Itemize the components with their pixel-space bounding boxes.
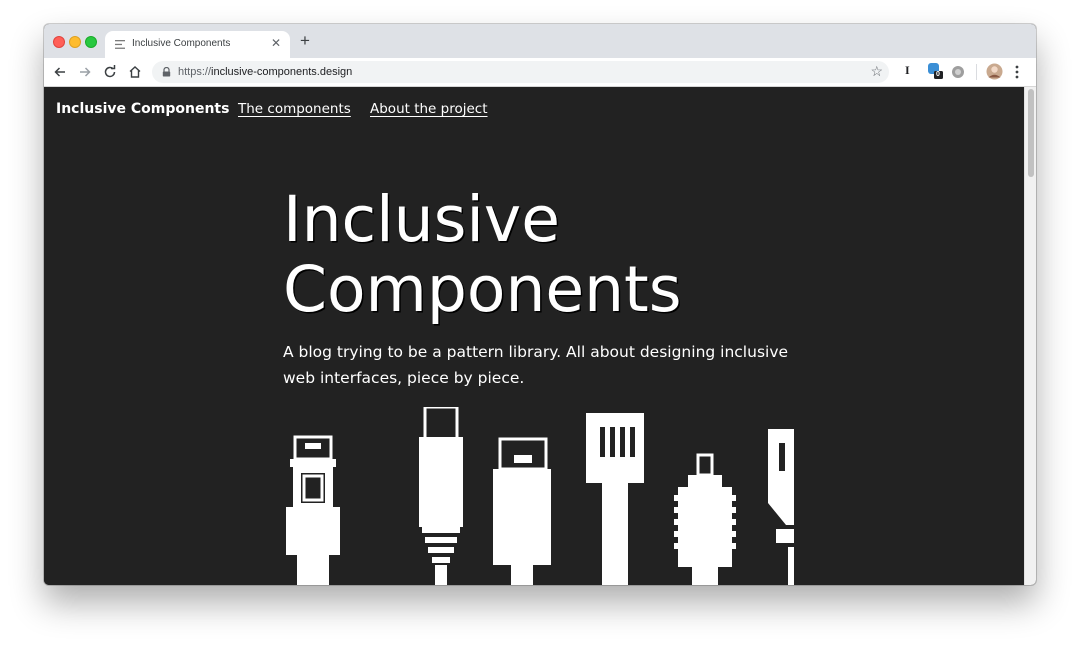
reload-icon[interactable] xyxy=(102,64,118,80)
site-brand-link[interactable]: Inclusive Components xyxy=(56,101,229,117)
tab-title: Inclusive Components xyxy=(132,38,231,49)
url-host: inclusive-components.design xyxy=(211,66,353,78)
close-icon[interactable]: ✕ xyxy=(271,37,281,49)
nav-link-about[interactable]: About the project xyxy=(370,101,488,117)
home-icon[interactable] xyxy=(127,64,143,80)
rca-connector-icon xyxy=(674,453,736,585)
maximize-window-button[interactable] xyxy=(85,36,97,48)
hero-title-line-2: Components xyxy=(283,253,682,326)
hero-subtitle: A blog trying to be a pattern library. A… xyxy=(283,343,789,387)
minimize-window-button[interactable] xyxy=(69,36,81,48)
ethernet-plug-connector-icon xyxy=(493,437,551,585)
browser-toolbar: https://inclusive-components.design ☆ I … xyxy=(44,58,1036,87)
tab-strip: Inclusive Components ✕ + xyxy=(44,24,1036,58)
menu-icon[interactable] xyxy=(1014,64,1020,80)
forward-icon[interactable] xyxy=(77,64,93,80)
lock-icon[interactable] xyxy=(162,67,171,77)
instapaper-extension-icon[interactable]: I xyxy=(905,63,910,78)
address-bar[interactable]: https://inclusive-components.design ☆ xyxy=(152,61,889,83)
ethernet-rj45-connector-icon xyxy=(768,429,794,585)
privacy-extension-icon[interactable] xyxy=(951,65,965,79)
bookmark-star-icon[interactable]: ☆ xyxy=(870,63,883,79)
url-text[interactable]: https://inclusive-components.design xyxy=(178,66,352,78)
nav-link-components[interactable]: The components xyxy=(238,101,351,117)
new-tab-button[interactable]: + xyxy=(300,32,310,49)
jack-plug-connector-icon xyxy=(419,407,463,585)
url-scheme: https:// xyxy=(178,66,212,78)
vertical-scrollbar[interactable] xyxy=(1024,87,1036,585)
phone-rj11-connector-icon xyxy=(586,413,644,585)
profile-avatar[interactable] xyxy=(986,63,1003,80)
toolbar-divider xyxy=(976,64,977,80)
close-window-button[interactable] xyxy=(53,36,65,48)
extension-badge-count: 0 xyxy=(936,71,940,78)
cable-connectors-illustration xyxy=(286,407,794,585)
back-icon[interactable] xyxy=(52,64,68,80)
browser-window: Inclusive Components ✕ + https://inclusi… xyxy=(44,24,1036,585)
browser-tab[interactable]: Inclusive Components ✕ xyxy=(105,31,290,58)
usb-mini-connector-icon xyxy=(286,435,340,585)
hero-title: Inclusive Components xyxy=(283,185,682,325)
page-content: Inclusive Components The components Abou… xyxy=(44,87,1024,585)
scrollbar-thumb[interactable] xyxy=(1028,89,1034,177)
page-icon xyxy=(115,40,125,49)
hero-title-line-1: Inclusive xyxy=(283,183,560,256)
